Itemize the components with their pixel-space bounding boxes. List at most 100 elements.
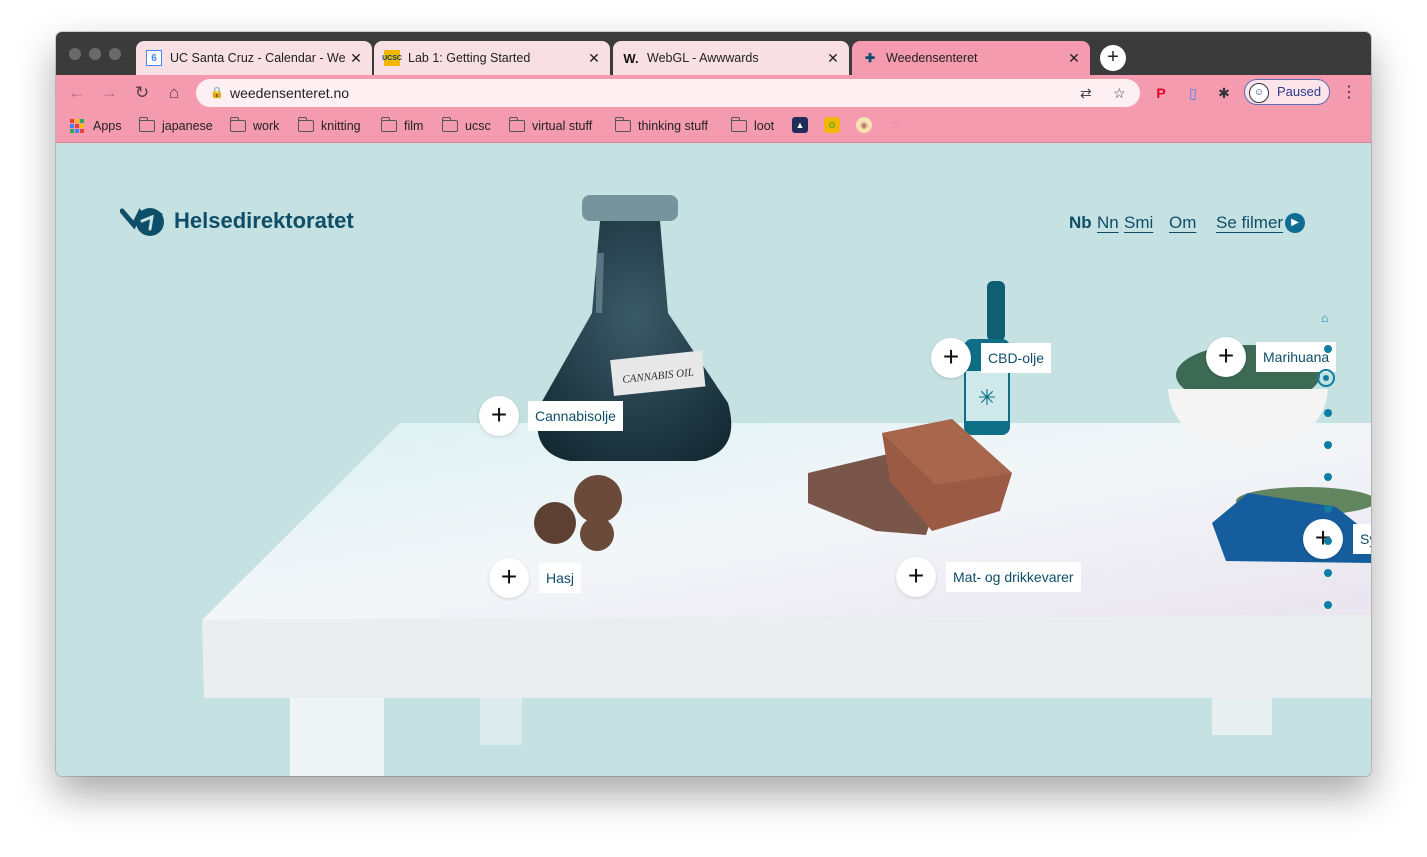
films-link[interactable]: Se filmer: [1216, 213, 1283, 233]
hotspot-cbd-olje-button[interactable]: +: [931, 338, 971, 378]
reload-icon[interactable]: ↻: [131, 82, 153, 104]
bookmark-label: knitting: [321, 119, 361, 133]
hotspot-label[interactable]: Hasj: [539, 563, 582, 593]
close-icon[interactable]: ✕: [825, 50, 841, 67]
bookmark-folder-knitting[interactable]: knitting: [297, 117, 361, 133]
folder-icon: [297, 117, 314, 132]
web-content: CANNABIS OIL ✳ Helsedirektoratet Nb Nn S…: [56, 143, 1371, 776]
close-icon[interactable]: ✕: [348, 50, 364, 67]
home-icon[interactable]: ⌂: [1321, 311, 1328, 325]
table-top: [202, 423, 1371, 620]
folder-icon: [730, 117, 747, 132]
section-dot[interactable]: [1324, 473, 1332, 481]
hotspot-sy-button[interactable]: +: [1303, 519, 1343, 559]
hotspot-hasj-button[interactable]: +: [489, 558, 529, 598]
section-dot[interactable]: [1324, 441, 1332, 449]
scene-illustration: CANNABIS OIL ✳: [202, 195, 1371, 776]
bookmark-folder-work[interactable]: work: [229, 117, 280, 133]
avatar: ☺: [1249, 83, 1269, 103]
tab-awwwards[interactable]: W. WebGL - Awwwards ✕: [613, 41, 849, 75]
menu-icon[interactable]: ⋮: [1340, 82, 1358, 104]
browser-window: 6 UC Santa Cruz - Calendar - We ✕ UCSC L…: [56, 32, 1371, 776]
bookmark-apps[interactable]: Apps: [70, 119, 122, 133]
bookmark-label: work: [253, 119, 280, 133]
table-edge: [202, 615, 1371, 698]
new-tab-button[interactable]: +: [1100, 45, 1126, 71]
tab-lab1[interactable]: UCSC Lab 1: Getting Started ✕: [374, 41, 610, 75]
toolbar: ← → ↻ ⌂ 🔒 weedensenteret.no ⇄ ☆ P ▯ ✱ ☺ …: [56, 75, 1371, 111]
close-window-button[interactable]: [69, 48, 81, 60]
w-icon: W.: [623, 50, 639, 66]
section-dot[interactable]: [1324, 505, 1332, 513]
bookmark-folder-loot[interactable]: loot: [730, 117, 775, 133]
helsedirektoratet-logo-icon: [120, 208, 164, 236]
back-icon[interactable]: ←: [66, 82, 88, 104]
home-icon[interactable]: ⌂: [163, 82, 185, 104]
extensions-icon[interactable]: ✱: [1214, 83, 1234, 103]
ucsc-icon: UCSC: [382, 50, 402, 66]
section-dot[interactable]: [1324, 345, 1332, 353]
hotspot-label[interactable]: CBD-olje: [981, 343, 1052, 373]
bookmark-label: film: [404, 119, 424, 133]
bookmark-folder-japanese[interactable]: japanese: [138, 117, 213, 133]
pinterest-icon[interactable]: P: [1151, 83, 1171, 103]
hotspot-label[interactable]: Cannabisolje: [528, 401, 623, 431]
translate-icon[interactable]: ⇄: [1080, 79, 1092, 107]
hotspot-marihuana-button[interactable]: +: [1206, 337, 1246, 377]
section-dot-active[interactable]: [1317, 369, 1335, 387]
lang-nn-link[interactable]: Nn: [1097, 213, 1119, 233]
lock-icon: 🔒: [210, 87, 224, 99]
folder-icon: [138, 117, 155, 132]
profile-button[interactable]: ☺ Paused: [1244, 79, 1330, 105]
minimize-window-button[interactable]: [89, 48, 101, 60]
bookmark-site-icon[interactable]: ✿: [824, 117, 840, 133]
bookmark-folder-film[interactable]: film: [380, 117, 424, 133]
play-icon[interactable]: ▶: [1285, 213, 1305, 233]
docs-icon[interactable]: ▯: [1183, 83, 1203, 103]
hotspot-mat-button[interactable]: +: [896, 557, 936, 597]
section-dot[interactable]: [1324, 569, 1332, 577]
folder-icon: [614, 117, 631, 132]
tab-title: UC Santa Cruz - Calendar - We: [170, 51, 346, 65]
helse-icon: ✚: [864, 51, 876, 65]
zoom-window-button[interactable]: [109, 48, 121, 60]
tab-title: Lab 1: Getting Started: [408, 51, 531, 65]
bookmark-site-icon[interactable]: ◉: [856, 117, 872, 133]
profile-status: Paused: [1277, 84, 1322, 99]
close-icon[interactable]: ✕: [586, 50, 602, 67]
tab-strip: 6 UC Santa Cruz - Calendar - We ✕ UCSC L…: [56, 32, 1371, 75]
bookmark-label: japanese: [162, 119, 213, 133]
bookmark-label: Apps: [93, 119, 122, 133]
site-logo[interactable]: Helsedirektoratet: [120, 205, 354, 237]
bookmark-star-icon[interactable]: ☆: [1113, 79, 1126, 107]
hotspot-cannabisolje-button[interactable]: +: [479, 396, 519, 436]
folder-icon: [229, 117, 246, 132]
lang-smi-link[interactable]: Smi: [1124, 213, 1153, 233]
lang-nb-link[interactable]: Nb: [1069, 213, 1092, 233]
bookmark-folder-virtual-stuff[interactable]: virtual stuff: [508, 117, 592, 133]
bookmark-site-icon[interactable]: ♡: [888, 117, 904, 133]
logo-text: Helsedirektoratet: [174, 208, 354, 233]
folder-icon: [508, 117, 525, 132]
tab-weedensenteret[interactable]: ✚ Weedensenteret ✕: [852, 41, 1090, 75]
forward-icon[interactable]: →: [98, 82, 120, 104]
folder-icon: [380, 117, 397, 132]
bookmark-folder-ucsc[interactable]: ucsc: [441, 117, 491, 133]
section-dot[interactable]: [1324, 537, 1332, 545]
tab-calendar[interactable]: 6 UC Santa Cruz - Calendar - We ✕: [136, 41, 372, 75]
section-dot[interactable]: [1324, 601, 1332, 609]
bookmark-label: loot: [754, 119, 775, 133]
bookmark-site-icon[interactable]: ▲: [792, 117, 808, 133]
bookmark-folder-thinking-stuff[interactable]: thinking stuff: [614, 117, 708, 133]
section-dot[interactable]: [1324, 409, 1332, 417]
address-bar[interactable]: 🔒 weedensenteret.no ⇄ ☆: [196, 79, 1140, 107]
folder-icon: [441, 117, 458, 132]
tab-title: Weedensenteret: [886, 51, 978, 65]
tab-title: WebGL - Awwwards: [647, 51, 759, 65]
bookmarks-bar: Apps japanese work knitting film ucsc vi…: [56, 111, 1371, 143]
close-icon[interactable]: ✕: [1066, 50, 1082, 67]
hotspot-label[interactable]: Mat- og drikkevarer: [946, 562, 1081, 592]
url-text: weedensenteret.no: [230, 85, 350, 101]
hotspot-label[interactable]: Sy: [1353, 524, 1371, 554]
about-link[interactable]: Om: [1169, 213, 1196, 233]
